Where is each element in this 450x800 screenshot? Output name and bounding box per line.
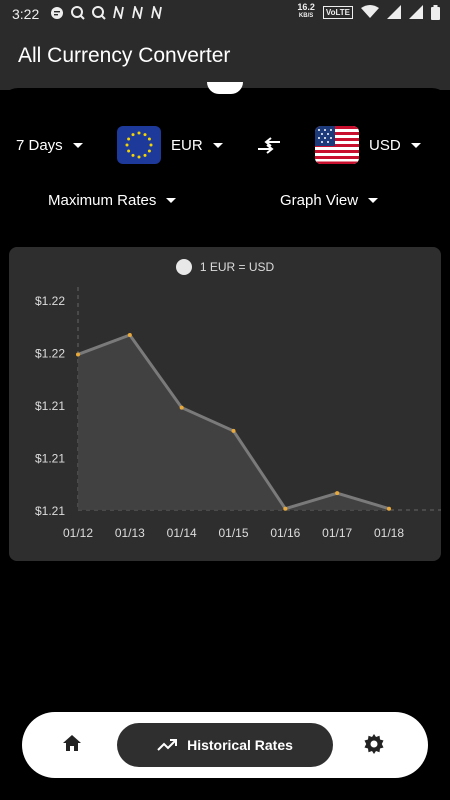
rate-type-dropdown[interactable]: Maximum Rates bbox=[48, 192, 177, 209]
app-bar: All Currency Converter bbox=[0, 28, 450, 90]
currency-row: 7 Days EUR USD bbox=[0, 126, 450, 166]
period-dropdown[interactable]: 7 Days bbox=[16, 137, 83, 154]
system-icons: 16.2 KB/S VoLTE bbox=[297, 3, 440, 21]
signal-icon bbox=[409, 5, 423, 19]
y-tick-label: $1.21 bbox=[35, 504, 65, 518]
data-point bbox=[231, 428, 236, 433]
chevron-down-icon bbox=[72, 143, 83, 148]
view-mode-label: Graph View bbox=[280, 192, 359, 209]
app-title: All Currency Converter bbox=[18, 44, 231, 67]
to-currency-code: USD bbox=[369, 136, 401, 154]
bottom-nav: Historical Rates bbox=[22, 712, 428, 778]
data-point bbox=[387, 506, 391, 511]
data-point bbox=[335, 491, 340, 496]
wifi-icon bbox=[361, 5, 379, 18]
data-point bbox=[127, 333, 132, 337]
data-point bbox=[76, 352, 80, 357]
chevron-down-icon bbox=[212, 142, 223, 148]
x-tick-label: 01/14 bbox=[167, 526, 197, 540]
chevron-down-icon bbox=[166, 198, 177, 203]
nav-home-button[interactable] bbox=[62, 734, 82, 757]
nav-settings-button[interactable] bbox=[364, 734, 384, 759]
rate-type-label: Maximum Rates bbox=[48, 192, 157, 209]
x-tick-label: 01/13 bbox=[115, 526, 145, 540]
n-icon bbox=[132, 6, 143, 19]
eu-flag-icon bbox=[117, 126, 161, 164]
status-time: 3:22 bbox=[12, 6, 40, 22]
chevron-down-icon bbox=[368, 198, 379, 203]
period-label: 7 Days bbox=[16, 137, 63, 154]
chart-card: 1 EUR = USD $1.22 $1.22 $1.21 $1.21 $1.21 01/… bbox=[9, 247, 441, 561]
n-icon bbox=[151, 6, 162, 19]
x-tick-label: 01/17 bbox=[322, 526, 352, 540]
data-point bbox=[283, 506, 288, 511]
notification-icons bbox=[50, 5, 163, 20]
battery-icon bbox=[431, 4, 440, 20]
n-icon bbox=[113, 6, 124, 19]
y-tick-label: $1.22 bbox=[35, 347, 65, 361]
net-speed-value: 16.2 bbox=[297, 2, 315, 12]
y-tick-label: $1.21 bbox=[35, 452, 65, 466]
from-currency-dropdown[interactable]: EUR bbox=[117, 126, 223, 164]
swap-arrows-icon bbox=[258, 137, 280, 154]
search-icon bbox=[71, 6, 85, 20]
us-flag-icon bbox=[315, 126, 359, 164]
x-tick-label: 01/18 bbox=[374, 526, 404, 540]
search-icon bbox=[92, 6, 106, 20]
y-tick-label: $1.22 bbox=[35, 294, 65, 308]
view-mode-dropdown[interactable]: Graph View bbox=[280, 192, 379, 209]
x-tick-label: 01/15 bbox=[218, 526, 248, 540]
status-bar: 3:22 16.2 KB/S VoLTE bbox=[0, 0, 450, 28]
chat-icon bbox=[51, 6, 63, 19]
swap-button[interactable] bbox=[256, 136, 282, 161]
series-area bbox=[78, 335, 389, 510]
signal-icon bbox=[387, 5, 401, 19]
rate-chart: $1.22 $1.22 $1.21 $1.21 $1.21 01/12 01/13 01/14… bbox=[35, 287, 441, 540]
y-tick-label: $1.21 bbox=[35, 399, 65, 413]
trending-up-icon bbox=[157, 739, 178, 751]
volte-badge: VoLTE bbox=[322, 5, 353, 19]
x-tick-label: 01/12 bbox=[63, 526, 93, 540]
home-icon bbox=[63, 735, 81, 751]
net-speed: 16.2 KB/S bbox=[297, 3, 315, 21]
from-currency-code: EUR bbox=[171, 136, 203, 154]
data-point bbox=[179, 405, 184, 410]
nav-active-label: Historical Rates bbox=[187, 737, 293, 753]
sheet-handle bbox=[207, 82, 243, 94]
to-currency-dropdown[interactable]: USD bbox=[315, 126, 421, 164]
net-speed-unit: KB/S bbox=[298, 13, 314, 19]
options-row: Maximum Rates Graph View bbox=[0, 188, 450, 214]
nav-historical-rates-button[interactable]: Historical Rates bbox=[117, 723, 333, 767]
chevron-down-icon bbox=[410, 142, 421, 148]
x-tick-label: 01/16 bbox=[270, 526, 300, 540]
gear-icon bbox=[364, 734, 384, 754]
